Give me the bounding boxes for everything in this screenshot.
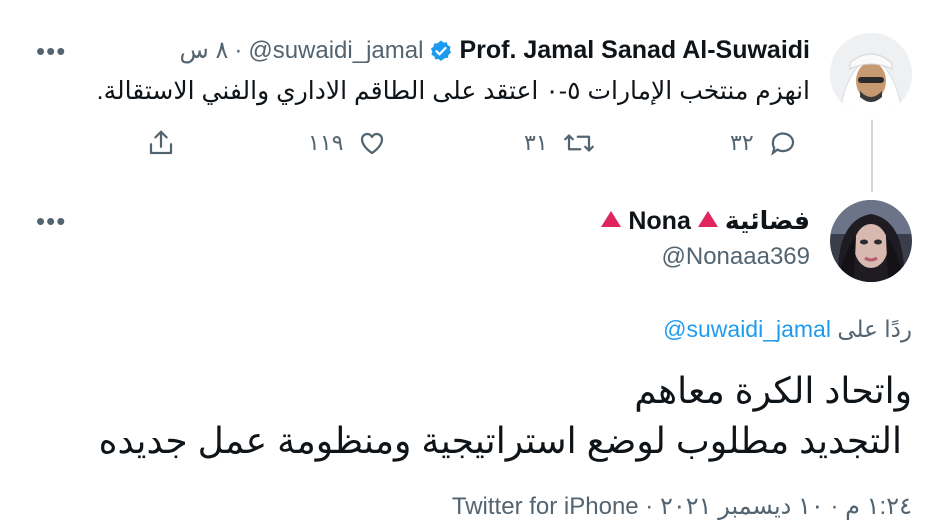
retweet-count: ٣١ — [524, 130, 548, 155]
reply-context: ردًا على @suwaidi_jamal — [663, 316, 912, 343]
retweet-icon — [562, 128, 596, 158]
tweet1-more-icon[interactable]: ••• — [36, 38, 66, 64]
tweet1-header: ٨ س · @suwaidi_jamal Prof. Jamal Sanad A… — [179, 36, 810, 65]
triangle-icon — [600, 210, 622, 233]
reply-prefix: ردًا على — [837, 316, 912, 342]
tweet2-meta: ١:٢٤ م · ١٠ ديسمبر ٢٠٢١ · Twitter for iP… — [451, 493, 912, 520]
reply-to-link[interactable]: @suwaidi_jamal — [663, 316, 831, 342]
tweet2-name-row[interactable]: Nona فضائية — [600, 206, 810, 236]
triangle-icon — [697, 210, 719, 233]
share-button[interactable] — [146, 128, 176, 158]
tweet2-author-name-latin: Nona — [628, 206, 691, 235]
tweet1-author-name[interactable]: Prof. Jamal Sanad Al-Suwaidi — [459, 36, 810, 65]
reply-icon — [768, 128, 798, 158]
like-button[interactable]: ١١٩ — [308, 128, 387, 158]
tweet2-author-handle[interactable]: @Nonaaa369 — [662, 243, 810, 271]
tweet2-text-line2: التجديد مطلوب لوضع استراتيجية ومنظومة عم… — [98, 420, 902, 461]
share-icon — [146, 128, 176, 158]
tweet1-text: انهزم منتخب الإمارات ٥-٠ اعتقد على الطاق… — [96, 77, 810, 105]
avatar-nona[interactable] — [830, 200, 912, 282]
tweet1-time[interactable]: ٨ س — [179, 36, 228, 65]
retweet-button[interactable]: ٣١ — [524, 128, 596, 158]
avatar-suwaidi[interactable] — [830, 33, 912, 115]
tweet2-author-name: فضائية — [724, 207, 810, 235]
tweet1-separator: · — [234, 36, 243, 64]
tweet2-more-icon[interactable]: ••• — [36, 208, 66, 234]
reply-button[interactable]: ٣٢ — [730, 128, 798, 158]
like-count: ١١٩ — [308, 130, 344, 155]
tweet2-text-line1: واتحاد الكرة معاهم — [634, 370, 912, 411]
heart-icon — [357, 128, 387, 158]
reply-count: ٣٢ — [730, 130, 754, 155]
thread-connector — [871, 120, 873, 192]
verified-badge-icon — [429, 39, 453, 63]
reply-to-handle: @suwaidi_jamal — [663, 316, 831, 342]
tweet1-author-handle[interactable]: @suwaidi_jamal — [248, 37, 423, 65]
